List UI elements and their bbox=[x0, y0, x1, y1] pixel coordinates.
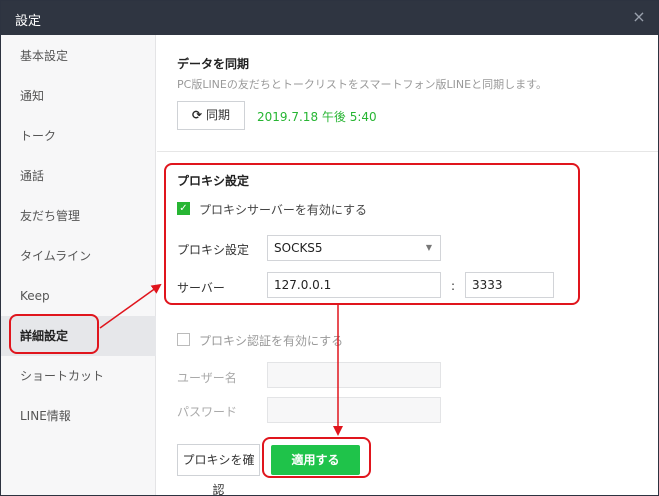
refresh-icon: ⟳ bbox=[191, 108, 203, 122]
sidebar-item-timeline[interactable]: タイムライン bbox=[1, 236, 156, 276]
sidebar-item-label: LINE情報 bbox=[20, 409, 71, 423]
sidebar-item-label: 友だち管理 bbox=[20, 209, 81, 223]
sync-timestamp: 2019.7.18 午後 5:40 bbox=[257, 110, 377, 124]
sidebar-item-label: タイムライン bbox=[20, 249, 92, 263]
proxy-auth-checkbox-label[interactable]: プロキシ認証を有効にする bbox=[199, 332, 343, 349]
sync-section-title: データを同期 bbox=[177, 57, 250, 71]
check-proxy-button-label: プロキシを確認 bbox=[182, 453, 255, 496]
sidebar-item-shortcuts[interactable]: ショートカット bbox=[1, 356, 156, 396]
sidebar-item-label: ショートカット bbox=[20, 369, 105, 383]
window-title: 設定 bbox=[15, 14, 42, 29]
title-bar: 設定 × bbox=[1, 1, 658, 35]
sync-button[interactable]: ⟳ 同期 bbox=[177, 101, 245, 130]
sidebar-item-calls[interactable]: 通話 bbox=[1, 156, 156, 196]
sidebar-item-label: 基本設定 bbox=[20, 49, 69, 63]
section-divider bbox=[157, 151, 658, 152]
sync-button-label: 同期 bbox=[206, 108, 231, 122]
advanced-settings-highlight bbox=[9, 314, 99, 354]
sidebar-item-about[interactable]: LINE情報 bbox=[1, 396, 156, 436]
sidebar-item-label: 通話 bbox=[20, 169, 45, 183]
sidebar-item-label: 通知 bbox=[20, 89, 45, 103]
username-label: ユーザー名 bbox=[177, 371, 237, 385]
sync-description: PC版LINEの友だちとトークリストをスマートフォン版LINEと同期します。 bbox=[177, 78, 547, 91]
proxy-auth-checkbox[interactable] bbox=[177, 333, 190, 346]
check-proxy-button[interactable]: プロキシを確認 bbox=[177, 444, 260, 496]
close-icon[interactable]: × bbox=[630, 8, 648, 26]
sidebar-item-label: トーク bbox=[20, 129, 57, 143]
proxy-settings-highlight bbox=[164, 163, 580, 305]
sidebar-item-friends[interactable]: 友だち管理 bbox=[1, 196, 156, 236]
sidebar-item-basic[interactable]: 基本設定 bbox=[1, 36, 156, 76]
sidebar-item-chats[interactable]: トーク bbox=[1, 116, 156, 156]
sidebar-item-keep[interactable]: Keep bbox=[1, 276, 156, 316]
sidebar-item-label: Keep bbox=[20, 289, 50, 303]
apply-button-highlight bbox=[262, 437, 371, 478]
password-input[interactable] bbox=[267, 397, 441, 423]
password-label: パスワード bbox=[177, 405, 238, 419]
sidebar-item-notifications[interactable]: 通知 bbox=[1, 76, 156, 116]
username-input[interactable] bbox=[267, 362, 441, 388]
settings-sidebar: 基本設定 通知 トーク 通話 友だち管理 タイムライン Keep 詳細設定 ショ… bbox=[1, 35, 156, 495]
